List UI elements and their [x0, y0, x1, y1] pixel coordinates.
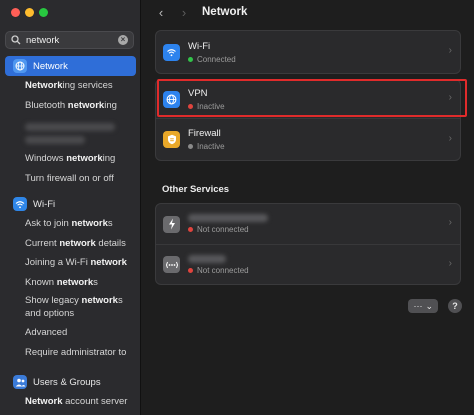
service-status: Not connected [197, 225, 249, 234]
back-button[interactable]: ‹ [155, 6, 167, 20]
clear-search-icon[interactable]: × [118, 35, 128, 45]
sidebar-subitem-windows-networking[interactable]: Windows networking [0, 149, 140, 169]
search-icon [11, 35, 21, 45]
sidebar-group-network: Network Networking services Bluetooth ne… [0, 56, 140, 189]
status-dot [188, 56, 193, 62]
status-dot [188, 144, 193, 149]
service-row-ethernet[interactable]: Not connected › [156, 244, 460, 284]
sidebar-subitem-current-network[interactable]: Current network details [0, 234, 140, 254]
vpn-globe-icon [163, 90, 180, 108]
forward-button[interactable]: › [178, 6, 190, 20]
services-list: Wi-Fi Connected › [155, 30, 461, 74]
help-button[interactable]: ? [448, 299, 462, 313]
thunderbolt-icon [163, 215, 180, 233]
ellipsis-icon: ··· [413, 301, 423, 311]
status-dot [188, 267, 193, 273]
sidebar-subitem-bluetooth-networking[interactable]: Bluetooth networking [0, 96, 140, 116]
more-actions-button[interactable]: ··· ⌄ [408, 299, 438, 313]
wifi-icon [163, 43, 180, 61]
zoom-window-button[interactable] [39, 8, 48, 17]
sidebar: × Network Networking services Bluetooth … [0, 0, 141, 415]
sidebar-subitem-require-admin[interactable]: Require administrator to [0, 343, 140, 363]
main-pane: ‹ › Network Wi-Fi Connected › VPN Inacti… [142, 0, 474, 415]
sidebar-item-label: Wi-Fi [33, 198, 56, 210]
redacted-service-name [188, 214, 268, 222]
sidebar-item-wifi[interactable]: Wi-Fi [5, 194, 136, 214]
service-status: Inactive [197, 101, 225, 111]
status-dot [188, 227, 193, 232]
status-dot [188, 103, 193, 109]
search-input[interactable] [26, 34, 118, 46]
other-services-list: Not connected › Not connected › [155, 203, 461, 285]
sidebar-subitem-known-networks[interactable]: Known networks [0, 273, 140, 293]
ethernet-icon [163, 256, 180, 273]
sidebar-subitem-network-account-server[interactable]: Network account server [0, 392, 140, 412]
services-list-lower: VPN Inactive › Firewall Inactive › [155, 79, 461, 161]
service-row-wifi[interactable]: Wi-Fi Connected › [156, 31, 460, 73]
service-name: VPN [188, 87, 208, 99]
service-row-firewall[interactable]: Firewall Inactive › [156, 118, 460, 160]
sidebar-subitem-networking-services[interactable]: Networking services [0, 76, 140, 96]
redacted-subitem [25, 115, 140, 149]
globe-icon [13, 59, 27, 73]
bottom-controls: ··· ⌄ ? [408, 299, 462, 313]
firewall-shield-icon [163, 131, 180, 148]
sidebar-subitem-joining-wifi[interactable]: Joining a Wi-Fi network [0, 253, 140, 273]
service-status: Connected [197, 54, 236, 64]
page-title: Network [202, 6, 248, 18]
sidebar-subitem-turn-firewall[interactable]: Turn firewall on or off [0, 169, 140, 189]
service-status: Inactive [197, 142, 225, 151]
service-name: Wi-Fi [188, 40, 211, 52]
service-row-vpn[interactable]: VPN Inactive › [156, 80, 460, 118]
chevron-right-icon: › [448, 133, 452, 144]
users-icon [13, 375, 27, 389]
wifi-icon [13, 197, 27, 211]
chevron-right-icon: › [448, 92, 452, 103]
service-status: Not connected [197, 265, 249, 275]
service-row-thunderbolt[interactable]: Not connected › [156, 204, 460, 244]
window-controls [11, 8, 48, 17]
sidebar-group-users: Users & Groups Network account server [0, 372, 140, 412]
sidebar-item-label: Network [33, 60, 68, 72]
sidebar-group-wifi: Wi-Fi Ask to join networks Current netwo… [0, 194, 140, 363]
service-name: Firewall [188, 128, 221, 139]
chevron-right-icon: › [448, 258, 452, 269]
chevron-right-icon: › [448, 45, 452, 56]
sidebar-item-users-groups[interactable]: Users & Groups [5, 372, 136, 392]
sidebar-item-label: Users & Groups [33, 376, 101, 388]
other-services-heading: Other Services [162, 184, 230, 195]
close-window-button[interactable] [11, 8, 20, 17]
sidebar-item-network[interactable]: Network [5, 56, 136, 76]
chevron-down-icon: ⌄ [425, 301, 433, 311]
redacted-service-name [188, 254, 226, 263]
sidebar-subitem-legacy-networks[interactable]: Show legacy networks and options [0, 292, 140, 323]
sidebar-subitem-ask-to-join[interactable]: Ask to join networks [0, 214, 140, 234]
search-field[interactable]: × [5, 31, 134, 49]
sidebar-subitem-advanced[interactable]: Advanced [0, 323, 140, 343]
minimize-window-button[interactable] [25, 8, 34, 17]
toolbar: ‹ › Network [142, 0, 474, 26]
chevron-right-icon: › [448, 217, 452, 228]
